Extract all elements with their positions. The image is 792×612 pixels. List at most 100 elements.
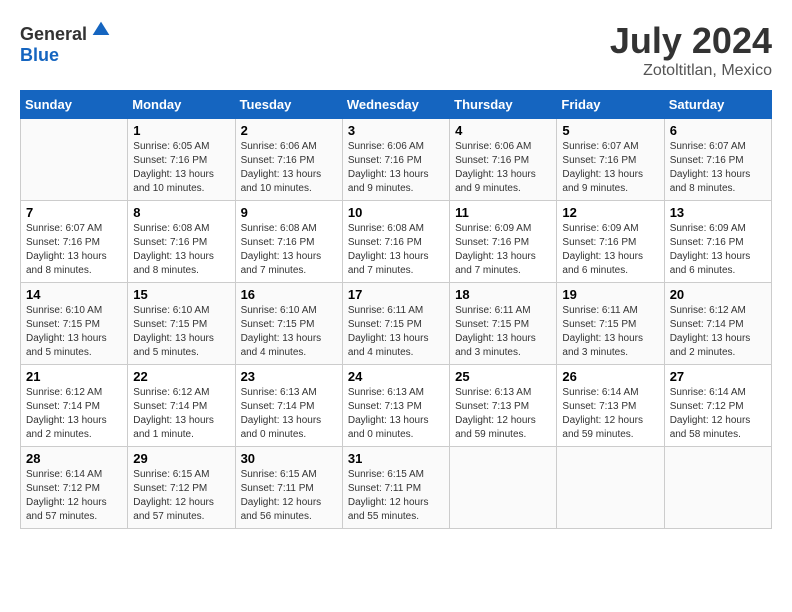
day-info: Sunrise: 6:09 AM Sunset: 7:16 PM Dayligh… — [455, 222, 551, 278]
calendar-cell: 20 Sunrise: 6:12 AM Sunset: 7:14 PM Dayli… — [664, 283, 771, 365]
day-info: Sunrise: 6:12 AM Sunset: 7:14 PM Dayligh… — [26, 386, 122, 442]
calendar-cell: 8 Sunrise: 6:08 AM Sunset: 7:16 PM Daylig… — [128, 201, 235, 283]
day-info: Sunrise: 6:13 AM Sunset: 7:13 PM Dayligh… — [455, 386, 551, 442]
header-row: SundayMondayTuesdayWednesdayThursdayFrid… — [21, 91, 772, 119]
day-number: 15 — [133, 287, 229, 302]
day-number: 27 — [670, 369, 766, 384]
day-info: Sunrise: 6:12 AM Sunset: 7:14 PM Dayligh… — [670, 304, 766, 360]
calendar-cell: 25 Sunrise: 6:13 AM Sunset: 7:13 PM Dayli… — [450, 365, 557, 447]
day-info: Sunrise: 6:08 AM Sunset: 7:16 PM Dayligh… — [133, 222, 229, 278]
calendar-cell: 26 Sunrise: 6:14 AM Sunset: 7:13 PM Dayli… — [557, 365, 664, 447]
header-day-friday: Friday — [557, 91, 664, 119]
calendar-cell: 14 Sunrise: 6:10 AM Sunset: 7:15 PM Dayli… — [21, 283, 128, 365]
calendar-cell: 4 Sunrise: 6:06 AM Sunset: 7:16 PM Daylig… — [450, 119, 557, 201]
calendar-cell: 29 Sunrise: 6:15 AM Sunset: 7:12 PM Dayli… — [128, 447, 235, 529]
day-number: 26 — [562, 369, 658, 384]
header-day-sunday: Sunday — [21, 91, 128, 119]
calendar-cell: 24Sunrise: 6:13 AM Sunset: 7:13 PM Dayli… — [342, 365, 449, 447]
day-number: 4 — [455, 123, 551, 138]
calendar-cell: 5 Sunrise: 6:07 AM Sunset: 7:16 PM Daylig… — [557, 119, 664, 201]
header-day-tuesday: Tuesday — [235, 91, 342, 119]
day-number: 8 — [133, 205, 229, 220]
day-number: 6 — [670, 123, 766, 138]
calendar-week-3: 21 Sunrise: 6:12 AM Sunset: 7:14 PM Dayli… — [21, 365, 772, 447]
day-number: 2 — [241, 123, 337, 138]
calendar-title: July 2024 — [610, 20, 772, 62]
header-day-monday: Monday — [128, 91, 235, 119]
day-info: Sunrise: 6:06 AM Sunset: 7:16 PM Dayligh… — [348, 140, 444, 196]
logo-icon — [91, 20, 111, 40]
day-number: 31 — [348, 451, 444, 466]
day-info: Sunrise: 6:07 AM Sunset: 7:16 PM Dayligh… — [562, 140, 658, 196]
day-number: 11 — [455, 205, 551, 220]
day-number: 13 — [670, 205, 766, 220]
day-number: 29 — [133, 451, 229, 466]
day-info: Sunrise: 6:10 AM Sunset: 7:15 PM Dayligh… — [241, 304, 337, 360]
day-info: Sunrise: 6:06 AM Sunset: 7:16 PM Dayligh… — [455, 140, 551, 196]
logo-general-text: General — [20, 24, 87, 45]
calendar-cell: 12 Sunrise: 6:09 AM Sunset: 7:16 PM Dayli… — [557, 201, 664, 283]
logo-blue-text: Blue — [20, 45, 59, 66]
day-info: Sunrise: 6:10 AM Sunset: 7:15 PM Dayligh… — [26, 304, 122, 360]
calendar-cell: 15Sunrise: 6:10 AM Sunset: 7:15 PM Dayli… — [128, 283, 235, 365]
calendar-table: SundayMondayTuesdayWednesdayThursdayFrid… — [20, 90, 772, 529]
day-info: Sunrise: 6:06 AM Sunset: 7:16 PM Dayligh… — [241, 140, 337, 196]
calendar-cell: 31Sunrise: 6:15 AM Sunset: 7:11 PM Dayli… — [342, 447, 449, 529]
day-info: Sunrise: 6:14 AM Sunset: 7:12 PM Dayligh… — [26, 468, 122, 524]
logo: General Blue — [20, 20, 111, 66]
day-info: Sunrise: 6:14 AM Sunset: 7:12 PM Dayligh… — [670, 386, 766, 442]
day-info: Sunrise: 6:05 AM Sunset: 7:16 PM Dayligh… — [133, 140, 229, 196]
day-number: 28 — [26, 451, 122, 466]
calendar-week-2: 14 Sunrise: 6:10 AM Sunset: 7:15 PM Dayli… — [21, 283, 772, 365]
day-number: 18 — [455, 287, 551, 302]
day-info: Sunrise: 6:07 AM Sunset: 7:16 PM Dayligh… — [670, 140, 766, 196]
calendar-cell: 22 Sunrise: 6:12 AM Sunset: 7:14 PM Dayli… — [128, 365, 235, 447]
calendar-cell: 21 Sunrise: 6:12 AM Sunset: 7:14 PM Dayli… — [21, 365, 128, 447]
day-info: Sunrise: 6:11 AM Sunset: 7:15 PM Dayligh… — [348, 304, 444, 360]
day-info: Sunrise: 6:08 AM Sunset: 7:16 PM Dayligh… — [348, 222, 444, 278]
header: General Blue July 2024 Zotoltitlan, Mexi… — [20, 20, 772, 80]
calendar-cell: 30 Sunrise: 6:15 AM Sunset: 7:11 PM Dayli… — [235, 447, 342, 529]
calendar-cell: 11 Sunrise: 6:09 AM Sunset: 7:16 PM Dayli… — [450, 201, 557, 283]
calendar-cell: 1Sunrise: 6:05 AM Sunset: 7:16 PM Daylig… — [128, 119, 235, 201]
day-number: 30 — [241, 451, 337, 466]
day-info: Sunrise: 6:14 AM Sunset: 7:13 PM Dayligh… — [562, 386, 658, 442]
calendar-cell — [557, 447, 664, 529]
day-number: 25 — [455, 369, 551, 384]
day-number: 12 — [562, 205, 658, 220]
day-info: Sunrise: 6:13 AM Sunset: 7:14 PM Dayligh… — [241, 386, 337, 442]
day-number: 14 — [26, 287, 122, 302]
calendar-cell: 27 Sunrise: 6:14 AM Sunset: 7:12 PM Dayli… — [664, 365, 771, 447]
day-number: 21 — [26, 369, 122, 384]
calendar-week-0: 1Sunrise: 6:05 AM Sunset: 7:16 PM Daylig… — [21, 119, 772, 201]
calendar-cell: 10Sunrise: 6:08 AM Sunset: 7:16 PM Dayli… — [342, 201, 449, 283]
day-info: Sunrise: 6:11 AM Sunset: 7:15 PM Dayligh… — [562, 304, 658, 360]
calendar-cell: 3Sunrise: 6:06 AM Sunset: 7:16 PM Daylig… — [342, 119, 449, 201]
title-area: July 2024 Zotoltitlan, Mexico — [610, 20, 772, 80]
day-info: Sunrise: 6:15 AM Sunset: 7:12 PM Dayligh… — [133, 468, 229, 524]
day-info: Sunrise: 6:09 AM Sunset: 7:16 PM Dayligh… — [562, 222, 658, 278]
day-number: 17 — [348, 287, 444, 302]
calendar-cell: 18Sunrise: 6:11 AM Sunset: 7:15 PM Dayli… — [450, 283, 557, 365]
calendar-subtitle: Zotoltitlan, Mexico — [610, 62, 772, 80]
day-number: 5 — [562, 123, 658, 138]
day-info: Sunrise: 6:09 AM Sunset: 7:16 PM Dayligh… — [670, 222, 766, 278]
calendar-cell: 2 Sunrise: 6:06 AM Sunset: 7:16 PM Daylig… — [235, 119, 342, 201]
calendar-cell: 13 Sunrise: 6:09 AM Sunset: 7:16 PM Dayli… — [664, 201, 771, 283]
day-info: Sunrise: 6:07 AM Sunset: 7:16 PM Dayligh… — [26, 222, 122, 278]
header-day-wednesday: Wednesday — [342, 91, 449, 119]
day-info: Sunrise: 6:12 AM Sunset: 7:14 PM Dayligh… — [133, 386, 229, 442]
day-number: 19 — [562, 287, 658, 302]
calendar-cell — [450, 447, 557, 529]
header-day-saturday: Saturday — [664, 91, 771, 119]
calendar-cell — [664, 447, 771, 529]
day-info: Sunrise: 6:15 AM Sunset: 7:11 PM Dayligh… — [241, 468, 337, 524]
day-info: Sunrise: 6:08 AM Sunset: 7:16 PM Dayligh… — [241, 222, 337, 278]
calendar-cell: 23Sunrise: 6:13 AM Sunset: 7:14 PM Dayli… — [235, 365, 342, 447]
calendar-cell: 6 Sunrise: 6:07 AM Sunset: 7:16 PM Daylig… — [664, 119, 771, 201]
calendar-cell: 28 Sunrise: 6:14 AM Sunset: 7:12 PM Dayli… — [21, 447, 128, 529]
day-number: 20 — [670, 287, 766, 302]
calendar-cell — [21, 119, 128, 201]
calendar-cell: 17 Sunrise: 6:11 AM Sunset: 7:15 PM Dayli… — [342, 283, 449, 365]
day-number: 22 — [133, 369, 229, 384]
